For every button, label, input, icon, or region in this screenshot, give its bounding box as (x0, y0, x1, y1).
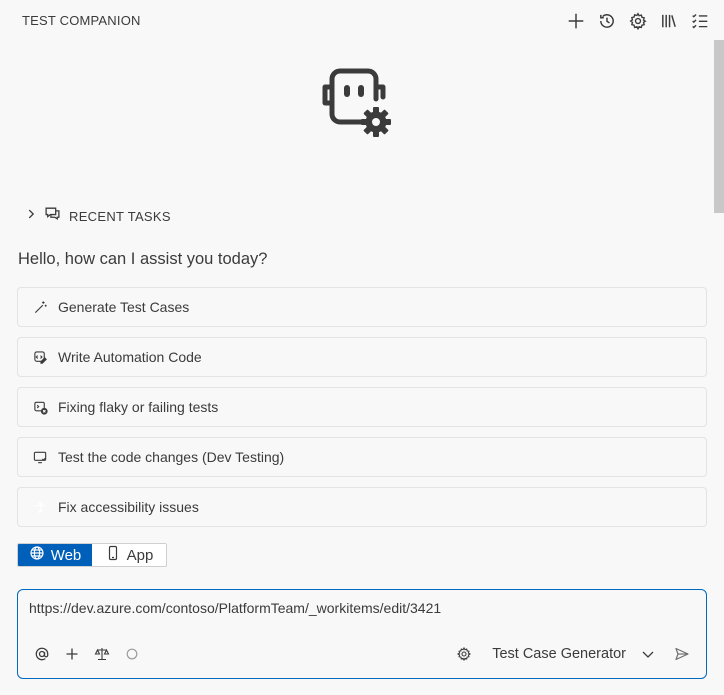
chat-input-box[interactable]: https://dev.azure.com/contoso/PlatformTe… (17, 589, 707, 679)
task-fix-flaky-tests[interactable]: Fixing flaky or failing tests (17, 387, 707, 427)
recent-tasks-label: RECENT TASKS (69, 208, 171, 224)
bug-fix-icon (32, 399, 48, 415)
task-generate-test-cases[interactable]: Generate Test Cases (17, 287, 707, 327)
accessibility-icon (32, 499, 48, 515)
globe-icon (29, 545, 45, 565)
status-circle-icon[interactable] (120, 642, 144, 666)
task-suggestion-list: Generate Test Cases Write Automation Cod… (17, 287, 707, 537)
checklist-icon[interactable] (687, 8, 712, 33)
task-label: Test the code changes (Dev Testing) (58, 449, 285, 465)
task-label: Fix accessibility issues (58, 499, 199, 515)
scrollbar-thumb[interactable] (714, 40, 724, 213)
platform-app-label: App (126, 546, 154, 564)
greeting-heading: Hello, how can I assist you today? (18, 250, 268, 268)
platform-web-option[interactable]: Web (18, 544, 92, 566)
mode-selector-label[interactable]: Test Case Generator (492, 646, 626, 662)
code-edit-icon (32, 349, 48, 365)
panel-title: TEST COMPANION (22, 12, 141, 28)
screen-test-icon (32, 449, 48, 465)
new-icon[interactable] (563, 8, 588, 33)
task-write-automation-code[interactable]: Write Automation Code (17, 337, 707, 377)
header-actions (563, 8, 712, 33)
scrollbar[interactable] (714, 40, 724, 695)
recent-tasks-toggle[interactable]: RECENT TASKS (24, 204, 171, 228)
mobile-phone-icon (105, 545, 121, 565)
test-companion-logo-icon (318, 65, 400, 147)
chat-bubbles-icon (44, 205, 61, 227)
task-fix-accessibility[interactable]: Fix accessibility issues (17, 487, 707, 527)
history-icon[interactable] (594, 8, 619, 33)
input-toolbar-right: Test Case Generator (452, 642, 694, 666)
platform-toggle: Web App (17, 543, 167, 567)
task-dev-testing[interactable]: Test the code changes (Dev Testing) (17, 437, 707, 477)
add-context-icon[interactable] (60, 642, 84, 666)
task-label: Generate Test Cases (58, 299, 190, 315)
platform-app-option[interactable]: App (92, 544, 166, 566)
input-toolbar: Test Case Generator (18, 642, 706, 666)
settings-icon[interactable] (625, 8, 650, 33)
mode-settings-icon[interactable] (452, 642, 476, 666)
library-icon[interactable] (656, 8, 681, 33)
scale-icon[interactable] (90, 642, 114, 666)
panel-header: TEST COMPANION (0, 0, 724, 40)
chevron-down-icon[interactable] (636, 642, 660, 666)
chevron-right-icon (24, 207, 38, 226)
magic-wand-icon (32, 299, 48, 315)
mention-icon[interactable] (30, 642, 54, 666)
send-icon[interactable] (670, 642, 694, 666)
task-label: Fixing flaky or failing tests (58, 399, 219, 415)
platform-web-label: Web (50, 546, 82, 564)
input-toolbar-left (30, 642, 144, 666)
task-label: Write Automation Code (58, 349, 202, 365)
chat-input-field[interactable]: https://dev.azure.com/contoso/PlatformTe… (29, 600, 441, 616)
